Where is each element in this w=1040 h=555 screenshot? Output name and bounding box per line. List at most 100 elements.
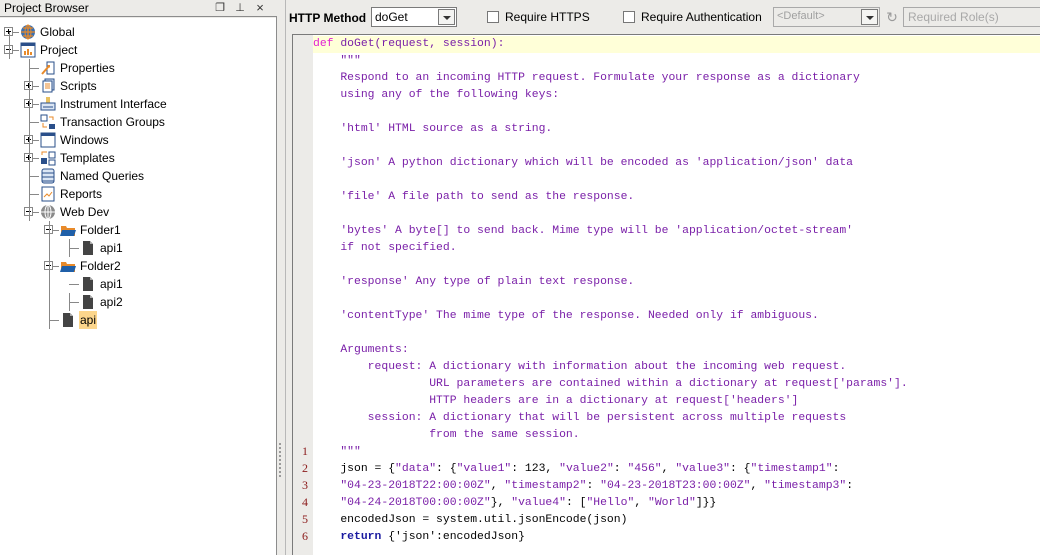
tree-node-label[interactable]: Folder2 — [79, 257, 122, 275]
docstring-line: URL parameters are contained within a di… — [313, 376, 908, 393]
tree-node[interactable]: Templates — [0, 149, 276, 167]
webdev-toolbar: HTTP Method doGet Require HTTPS Require … — [286, 0, 1040, 34]
code-area[interactable]: def doGet(request, session): """ Respond… — [313, 35, 1040, 555]
tree-node-label[interactable]: Folder1 — [79, 221, 122, 239]
string-literal: "data" — [395, 463, 437, 475]
docstring-line: HTTP headers are in a dictionary at requ… — [313, 393, 798, 410]
http-method-label: HTTP Method — [289, 11, 367, 25]
tree-node[interactable]: Global — [0, 23, 276, 41]
docstring-line: 'contentType' The mime type of the respo… — [313, 308, 819, 325]
tree-guide-line — [9, 32, 10, 59]
string-literal: "04-23-2018T23:00:00Z" — [600, 480, 751, 492]
string-literal: "Hello" — [586, 497, 635, 509]
docstring-line: 'bytes' A byte[] to send back. Mime type… — [313, 223, 853, 240]
function-signature: doGet(request, session): — [333, 38, 505, 50]
restore-icon[interactable]: ❐ — [212, 0, 228, 16]
tree-guide-line — [29, 59, 30, 221]
tree-node[interactable]: Properties — [0, 59, 276, 77]
docstring-text: from the same session. — [313, 429, 580, 441]
tree-node-label[interactable]: Properties — [59, 59, 116, 77]
globe-icon — [20, 24, 36, 40]
tree-node[interactable]: Scripts — [0, 77, 276, 95]
project-tree: Global Project Properties Scripts Instrument… — [0, 18, 276, 555]
tree-node-label[interactable]: Instrument Interface — [59, 95, 168, 113]
code-token: {'json':encodedJson} — [381, 531, 525, 543]
panel-title: Project Browser — [4, 1, 89, 15]
code-line: "04-24-2018T00:00:00Z"}, "value4": ["Hel… — [313, 495, 716, 512]
close-icon[interactable]: × — [252, 0, 268, 16]
tree-node-label[interactable]: Project — [39, 41, 78, 59]
tree-node[interactable]: Named Queries — [0, 167, 276, 185]
code-line: """ — [313, 444, 361, 461]
tree-node-label[interactable]: api1 — [99, 275, 124, 293]
tree-node[interactable]: Windows — [0, 131, 276, 149]
code-token: encodedJson = system.util.jsonEncode(jso… — [313, 514, 628, 526]
file-icon — [60, 312, 76, 328]
line-number: 1 — [302, 444, 308, 458]
string-literal: "timestamp1" — [750, 463, 833, 475]
code-token: , — [490, 480, 505, 492]
code-token: : { — [436, 463, 457, 475]
docstring-line: using any of the following keys: — [313, 87, 559, 104]
docstring-text: 'response' Any type of plain text respon… — [313, 276, 635, 288]
http-method-select[interactable]: doGet — [371, 7, 457, 27]
tree-node[interactable]: Reports — [0, 185, 276, 203]
code-token: : — [832, 463, 840, 475]
tree-node-label[interactable]: Global — [39, 23, 76, 41]
project-browser-panel: Project Browser ❐ ⊥ × Global Project Prope… — [0, 0, 277, 555]
docstring-line: 'json' A python dictionary which will be… — [313, 155, 853, 172]
file-icon — [80, 294, 96, 310]
tree-node[interactable]: api1 — [0, 239, 276, 257]
checkbox-box[interactable] — [623, 11, 635, 23]
docstring-text: HTTP headers are in a dictionary at requ… — [313, 395, 799, 407]
checkbox-box[interactable] — [487, 11, 499, 23]
chevron-down-icon[interactable] — [861, 9, 878, 25]
tree-node[interactable]: Folder1 — [0, 221, 276, 239]
tree-node[interactable]: Web Dev — [0, 203, 276, 221]
windows-icon — [40, 132, 56, 148]
refresh-icon[interactable]: ↻ — [885, 9, 899, 25]
code-token: : — [613, 463, 628, 475]
tree-node[interactable]: Folder2 — [0, 257, 276, 275]
code-line: "04-23-2018T22:00:00Z", "timestamp2": "0… — [313, 478, 853, 495]
tree-connector — [29, 122, 39, 123]
docstring-text: request: A dictionary with information a… — [313, 361, 847, 373]
string-literal: "value1" — [456, 463, 512, 475]
splitter-handle[interactable] — [277, 0, 286, 555]
pin-icon[interactable]: ⊥ — [232, 0, 248, 16]
folder-open-icon — [60, 222, 76, 238]
auth-profile-select[interactable]: <Default> — [773, 7, 880, 27]
tree-node[interactable]: api2 — [0, 293, 276, 311]
code-token: json = { — [313, 463, 396, 475]
docstring-line: request: A dictionary with information a… — [313, 359, 847, 376]
tree-node-label[interactable]: api2 — [99, 293, 124, 311]
tree-node-label[interactable]: api — [79, 311, 98, 329]
tree-node-label[interactable]: api1 — [99, 239, 124, 257]
string-literal: "456" — [627, 463, 662, 475]
tree-connector — [29, 176, 39, 177]
tree-node-label[interactable]: Scripts — [59, 77, 98, 95]
tree-node[interactable]: Transaction Groups — [0, 113, 276, 131]
tree-node[interactable]: Project — [0, 41, 276, 59]
tree-node[interactable]: Instrument Interface — [0, 95, 276, 113]
string-literal: "value3" — [675, 463, 731, 475]
tree-node-label[interactable]: Named Queries — [59, 167, 145, 185]
code-line: encodedJson = system.util.jsonEncode(jso… — [313, 512, 627, 529]
required-roles-input[interactable]: Required Role(s) — [903, 7, 1040, 27]
line-number: 2 — [302, 461, 308, 475]
tree-node-label[interactable]: Web Dev — [59, 203, 110, 221]
tree-node-label[interactable]: Transaction Groups — [59, 113, 166, 131]
tree-node-label[interactable]: Reports — [59, 185, 103, 203]
line-number-gutter: 1 2 3 4 5 6 — [293, 35, 313, 555]
splitter-grip[interactable] — [279, 443, 281, 477]
string-literal: "04-24-2018T00:00:00Z" — [340, 497, 491, 509]
script-editor[interactable]: 1 2 3 4 5 6 def doGet(request, session): """ … — [292, 34, 1040, 555]
tree-node-label[interactable]: Windows — [59, 131, 110, 149]
tree-node[interactable]: api1 — [0, 275, 276, 293]
chevron-down-icon[interactable] — [438, 9, 455, 25]
tree-node-label[interactable]: Templates — [59, 149, 116, 167]
tree-node[interactable]: api — [0, 311, 276, 329]
